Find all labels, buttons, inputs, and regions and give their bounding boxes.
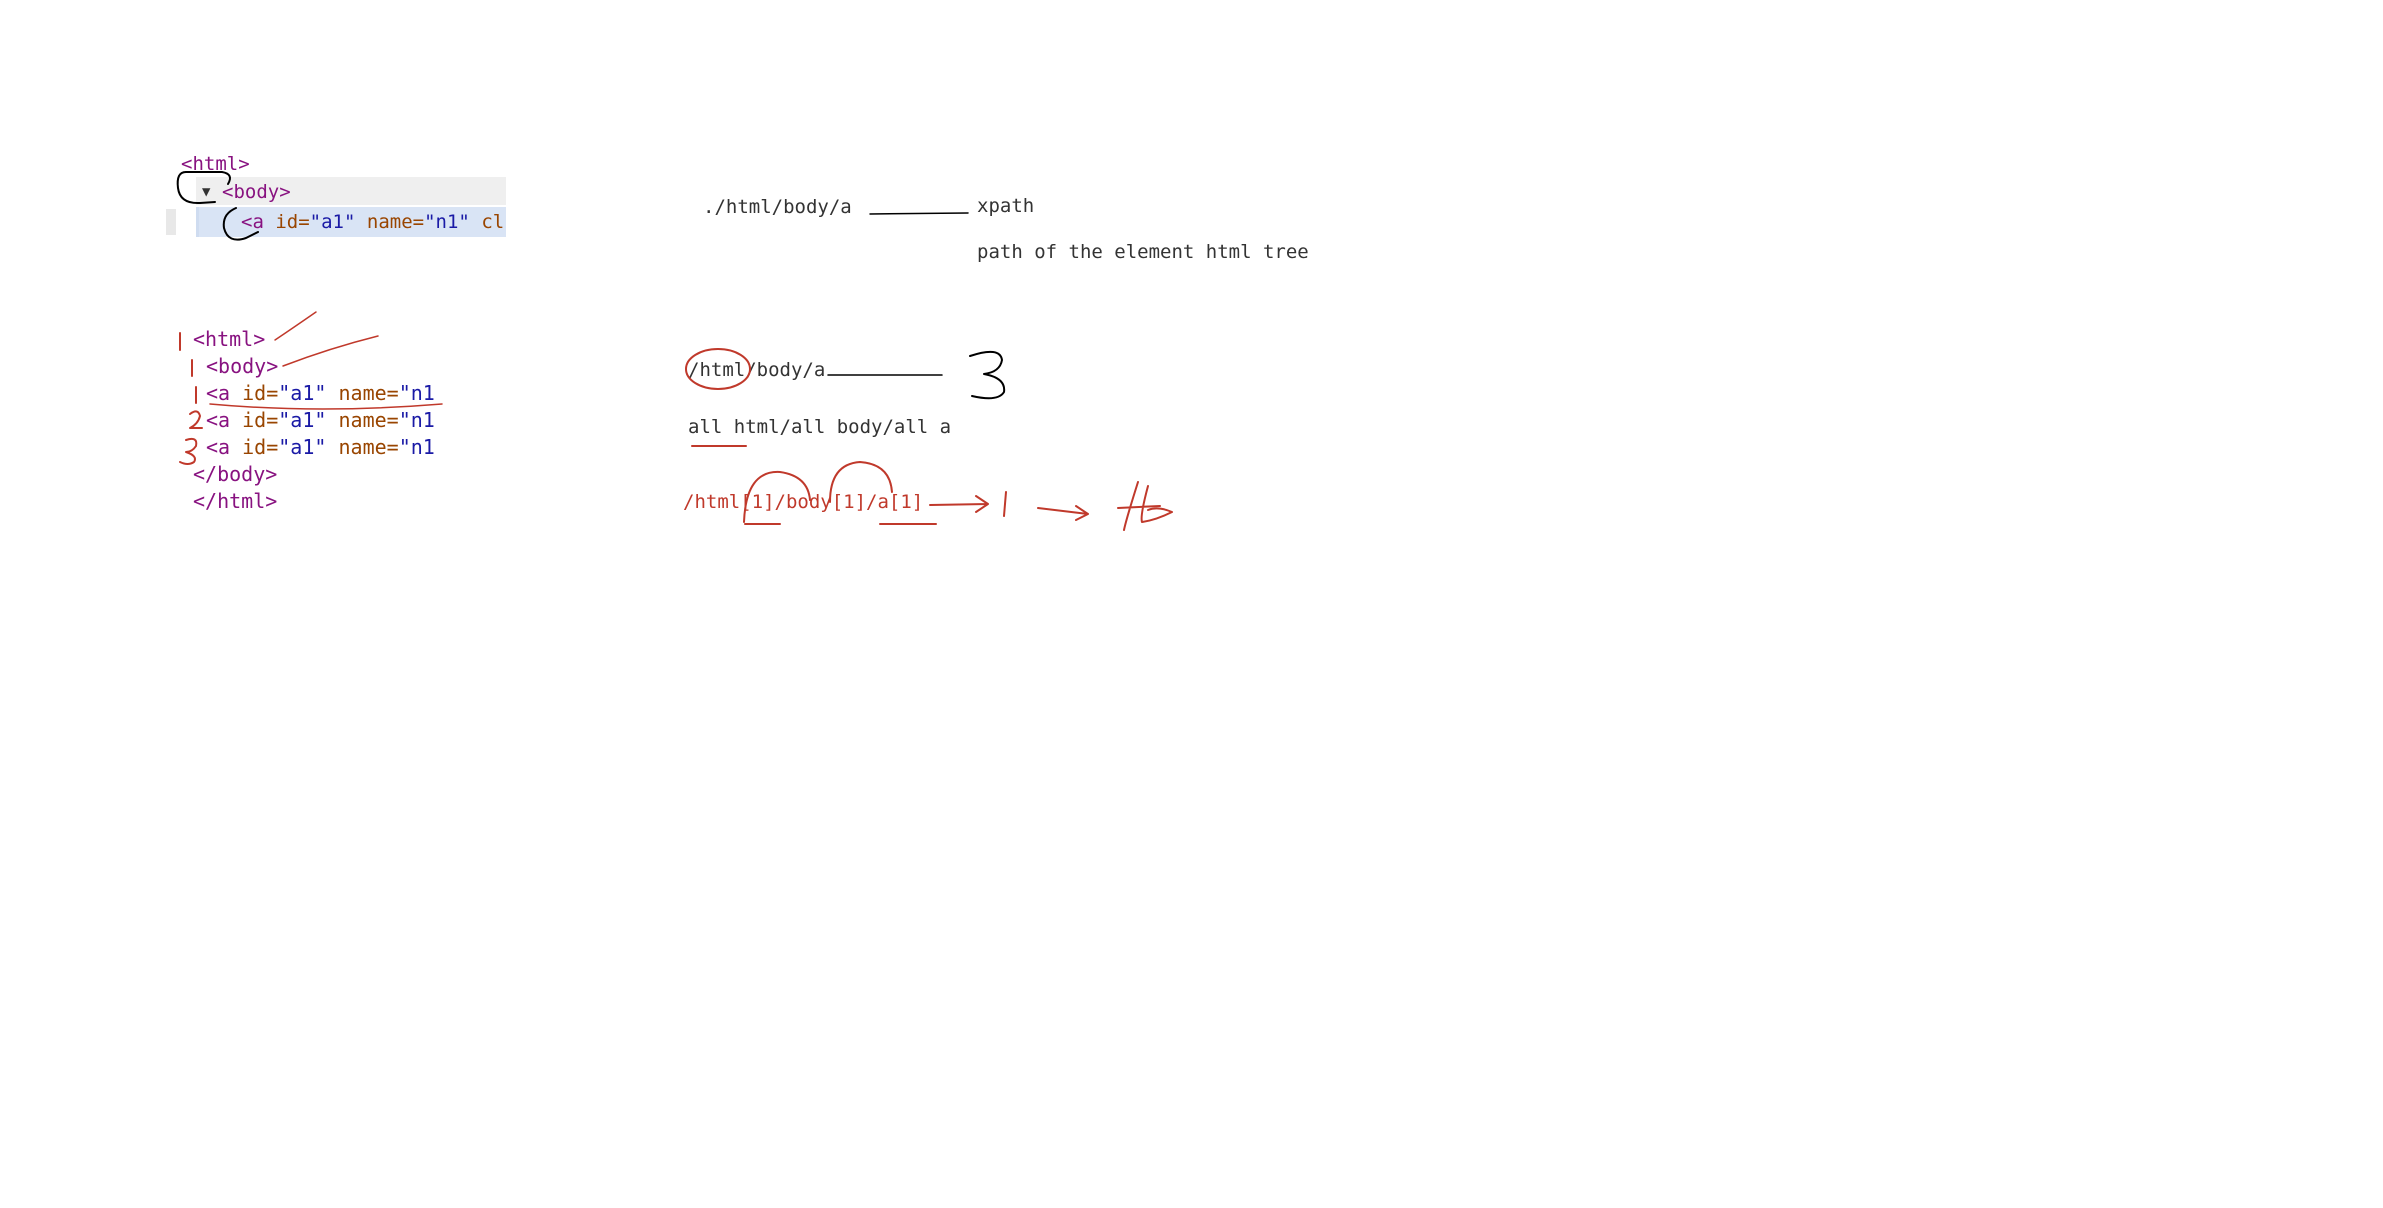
listing-html-close: </html> xyxy=(193,489,278,513)
ink-check-html xyxy=(274,311,317,341)
dt-indent-guide xyxy=(196,207,199,237)
dt-name-attr: name xyxy=(366,211,413,233)
dt-name-val: "n1" xyxy=(424,211,470,233)
listing-anchor-1: <a id="a1" name="n1 xyxy=(206,381,435,405)
ink-count-2 xyxy=(189,410,203,429)
dt-id-attr: id xyxy=(275,211,299,233)
expand-triangle-icon[interactable]: ▼ xyxy=(202,180,210,204)
ink-arrow-1 xyxy=(929,495,989,513)
indexed-xpath-note: /html[1]/body[1]/a[1] xyxy=(683,491,924,513)
dt-body-tag[interactable]: <body> xyxy=(222,180,291,204)
ink-check-body xyxy=(282,335,379,367)
dt-gutter xyxy=(166,209,176,235)
listing-anchor-2: <a id="a1" name="n1 xyxy=(206,408,435,432)
listing-html-open: <html> xyxy=(193,327,266,351)
absolute-xpath-note: /html/body/a xyxy=(688,359,826,381)
dt-id-val: "a1" xyxy=(309,211,356,233)
relative-xpath-note: ./html/body/a xyxy=(703,196,852,218)
xpath-definition: path of the element html tree xyxy=(977,241,1309,263)
dt-class-fragment: cl xyxy=(481,211,505,233)
listing-anchor-3: <a id="a1" name="n1 xyxy=(206,435,435,459)
ink-count-result-1 xyxy=(1003,491,1007,517)
all-matches-note: all html/all body/all a xyxy=(688,416,952,438)
dt-html-tag[interactable]: <html> xyxy=(181,152,250,176)
ink-underline-relative xyxy=(869,212,969,215)
listing-body-open: <body> xyxy=(206,354,279,378)
ink-arrow-2 xyxy=(1037,505,1089,521)
dt-anchor-open: <a xyxy=(241,211,276,233)
ink-digit-three xyxy=(969,350,1006,400)
listing-body-close: </body> xyxy=(193,462,278,486)
dt-anchor-tag[interactable]: <a id="a1" name="n1" cl xyxy=(241,210,504,234)
ink-result-scribble xyxy=(1117,481,1173,531)
devtools-elements-snippet: <html> ▼ <body> <a id="a1" name="n1" cl xyxy=(166,145,506,245)
xpath-label: xpath xyxy=(977,195,1035,217)
